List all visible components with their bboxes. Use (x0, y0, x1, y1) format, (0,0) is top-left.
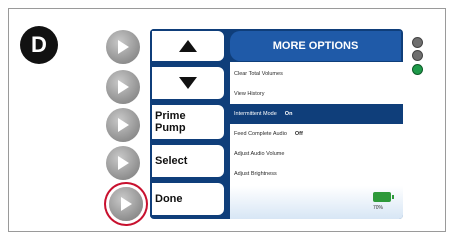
scroll-down-button[interactable] (150, 65, 226, 101)
softkey-arrow-button-2[interactable] (106, 70, 140, 104)
softkey-arrow-button-3[interactable] (106, 108, 140, 142)
menu-item-feed-complete-audio[interactable]: Feed Complete Audio Off (230, 124, 403, 144)
menu-item-label: View History (234, 91, 265, 97)
menu-item-clear-total-volumes[interactable]: Clear Total Volumes (230, 64, 403, 84)
menu-item-intermittent-mode[interactable]: Intermittent Mode On (230, 104, 403, 124)
play-arrow-icon (118, 118, 129, 132)
status-bar: 70% (230, 186, 403, 219)
play-arrow-icon (121, 197, 132, 211)
menu-item-adjust-brightness[interactable]: Adjust Brightness (230, 164, 403, 184)
prime-pump-button[interactable]: Prime Pump (150, 103, 226, 141)
menu-item-label: Intermittent Mode (234, 111, 277, 117)
indicator-light-icon (412, 50, 423, 61)
menu-item-adjust-audio-volume[interactable]: Adjust Audio Volume (230, 144, 403, 164)
menu-item-value: On (284, 111, 293, 117)
battery-percent: 70% (373, 205, 384, 211)
menu-item-value: Off (294, 131, 303, 137)
indicator-light-green-icon (412, 64, 423, 75)
menu-item-label: Feed Complete Audio (234, 131, 287, 137)
triangle-down-icon (179, 77, 197, 89)
softkey-arrow-button-done[interactable] (109, 187, 143, 221)
menu-title: MORE OPTIONS (230, 31, 401, 61)
pump-screen: Prime Pump Select Done MORE OPTIONS Clea… (150, 29, 403, 219)
play-arrow-icon (118, 80, 129, 94)
triangle-up-icon (179, 40, 197, 52)
play-arrow-icon (118, 156, 129, 170)
select-button[interactable]: Select (150, 143, 226, 179)
play-arrow-icon (118, 40, 129, 54)
options-menu: Clear Total Volumes View History Intermi… (230, 62, 403, 186)
indicator-light-icon (412, 37, 423, 48)
menu-item-view-history[interactable]: View History (230, 84, 403, 104)
scroll-up-button[interactable] (150, 29, 226, 63)
menu-item-label: Adjust Brightness (234, 171, 277, 177)
softkey-arrow-button-1[interactable] (106, 30, 140, 64)
softkey-arrow-button-4[interactable] (106, 146, 140, 180)
done-button[interactable]: Done (150, 181, 226, 217)
figure-label-badge: D (20, 26, 58, 64)
battery-icon (373, 192, 394, 202)
menu-item-label: Clear Total Volumes (234, 71, 283, 77)
menu-item-label: Adjust Audio Volume (234, 151, 285, 157)
